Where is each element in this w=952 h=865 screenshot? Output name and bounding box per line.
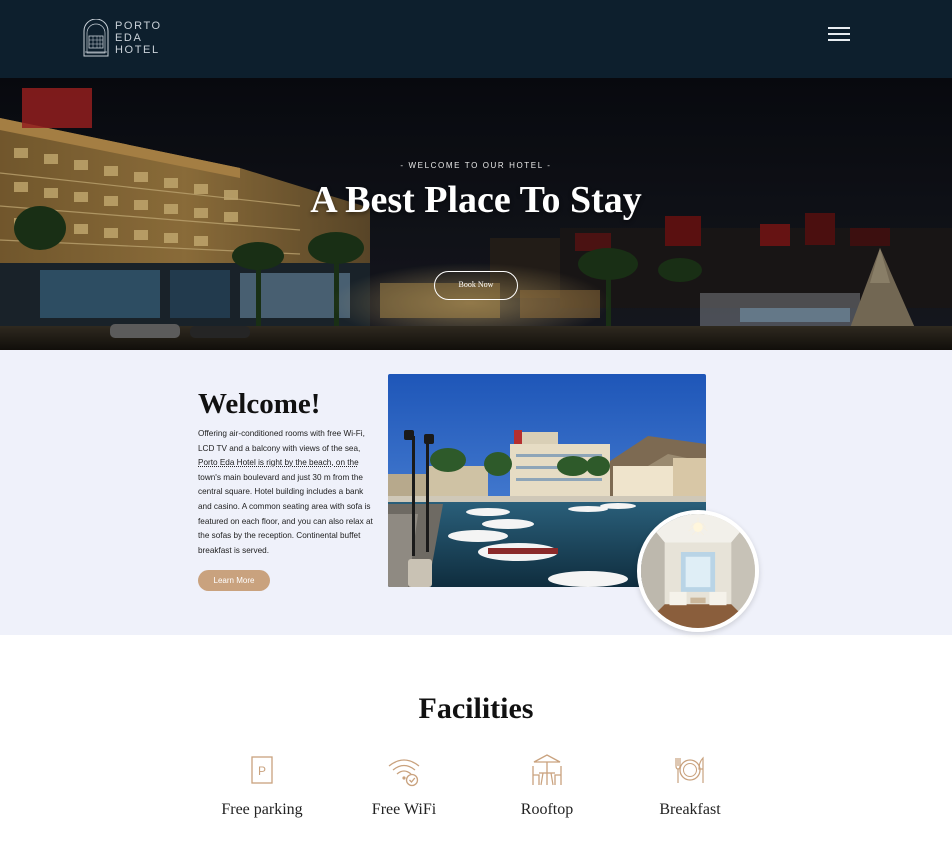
facilities-title: Facilities — [418, 692, 534, 725]
hotel-logo[interactable]: PORTO EDA HOTEL — [82, 19, 162, 57]
hamburger-icon[interactable] — [828, 27, 850, 41]
hamburger-bar — [828, 39, 850, 41]
welcome-text-link[interactable]: Porto Eda Hotel is right by the beach, o… — [198, 458, 359, 467]
facility-label: Rooftop — [520, 801, 574, 818]
breakfast-icon — [675, 756, 704, 783]
rooftop-icon — [532, 754, 562, 786]
welcome-section: Welcome! Offering air-conditioned rooms … — [0, 350, 952, 635]
learn-more-button[interactable]: Learn More — [198, 570, 270, 591]
brand-line-2: EDA — [115, 32, 143, 44]
facility-free-wifi: Free WiFi — [334, 752, 474, 819]
book-now-button[interactable]: Book Now — [434, 271, 518, 300]
welcome-text-part-2: town's main boulevard and just 30 m from… — [198, 472, 373, 555]
facility-rooftop: Rooftop — [477, 752, 617, 819]
interior-photo-image — [641, 514, 755, 628]
brand-line-1: PORTO — [115, 20, 162, 32]
hamburger-bar — [828, 27, 850, 29]
brand-name: PORTO EDA HOTEL — [115, 20, 162, 56]
facility-label: Breakfast — [659, 801, 721, 818]
welcome-title: Welcome! — [198, 388, 321, 420]
svg-text:P: P — [258, 764, 266, 778]
facility-free-parking: P Free parking — [192, 752, 332, 819]
hotel-logo-icon — [83, 19, 109, 57]
hamburger-bar — [828, 33, 850, 35]
brand-line-3: HOTEL — [115, 44, 160, 56]
site-header: PORTO EDA HOTEL — [0, 0, 952, 78]
hero-section: - WELCOME TO OUR HOTEL - A Best Place To… — [0, 78, 952, 350]
welcome-text-part-1: Offering air-conditioned rooms with free… — [198, 429, 365, 453]
hero-kicker: - WELCOME TO OUR HOTEL - — [400, 161, 552, 170]
facility-label: Free WiFi — [371, 801, 437, 818]
parking-icon: P — [251, 756, 273, 784]
wifi-icon — [388, 759, 420, 787]
welcome-description: Offering air-conditioned rooms with free… — [198, 427, 378, 558]
interior-photo — [637, 510, 759, 632]
hero-title: A Best Place To Stay — [310, 179, 642, 221]
facility-breakfast: Breakfast — [620, 752, 760, 819]
facility-label: Free parking — [221, 801, 303, 818]
